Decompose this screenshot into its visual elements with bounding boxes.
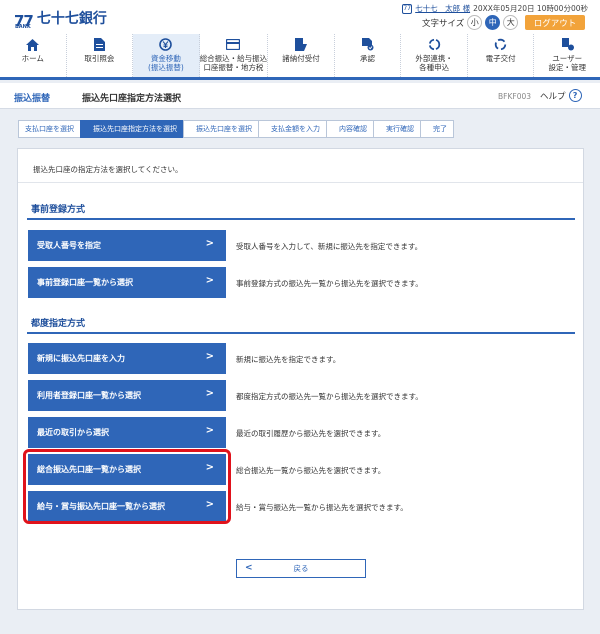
chevron-right-icon: > xyxy=(205,425,214,436)
button-label: 事前登録口座一覧から選択 xyxy=(37,278,133,287)
main-panel: 振込先口座の指定方法を選択してください。 事前登録方式 受取人番号を指定 > 受… xyxy=(17,148,584,610)
progress-steps: 支払口座を選択 振込先口座指定方法を選択 振込先口座を選択 支払金額を入力 内容… xyxy=(18,120,454,138)
nav-payment-label: 諸納付受付 xyxy=(282,54,320,63)
payment-icon xyxy=(294,38,308,51)
nav-transfer-label: 資金移動 (振込振替) xyxy=(147,54,184,72)
nav-home-label: ホーム xyxy=(21,54,44,63)
recipient-number-button[interactable]: 受取人番号を指定 > xyxy=(28,230,226,261)
section-title-per-time: 都度指定方式 xyxy=(31,319,86,329)
chevron-left-icon: < xyxy=(245,563,253,573)
nav-inquiry[interactable]: 取引照会 xyxy=(67,34,134,77)
nav-transfer[interactable]: 資金移動 (振込振替) xyxy=(133,34,200,77)
document-icon xyxy=(92,38,106,51)
page-title: 振込先口座指定方法選択 xyxy=(82,94,182,104)
breadcrumb[interactable]: 振込振替 xyxy=(14,91,50,104)
nav-approval[interactable]: 承認 xyxy=(335,34,402,77)
user-icon: 77 xyxy=(402,3,413,14)
font-size-large-button[interactable]: 大 xyxy=(503,15,519,30)
global-nav: ホーム 取引照会 資金移動 (振込振替) 総合振込・給与振込 口座振替・地方税 … xyxy=(0,34,600,80)
option-description: 新規に振込先を指定できます。 xyxy=(236,355,341,364)
back-button[interactable]: < 戻る xyxy=(236,559,366,578)
option-description: 受取人番号を入力して、新規に振込先を指定できます。 xyxy=(236,242,423,251)
nav-approval-label: 承認 xyxy=(360,54,376,63)
nav-external[interactable]: 外部連携・ 各種申込 xyxy=(401,34,468,77)
nav-user-settings-label: ユーザー 設定・管理 xyxy=(548,54,586,72)
chevron-right-icon: > xyxy=(205,388,214,399)
help-icon: ? xyxy=(568,89,582,102)
font-size-small-button[interactable]: 小 xyxy=(467,15,483,30)
help-label: ヘルプ xyxy=(540,91,566,102)
option-description: 給与・賞与振込先一覧から振込先を選択できます。 xyxy=(236,503,408,512)
section-divider xyxy=(27,218,575,220)
recent-transactions-button[interactable]: 最近の取引から選択 > xyxy=(28,417,226,448)
logout-button[interactable]: ログアウト xyxy=(525,15,585,30)
chevron-right-icon: > xyxy=(205,238,214,249)
nav-bulk-transfer[interactable]: 総合振込・給与振込 口座振替・地方税 xyxy=(200,34,269,77)
step-item: 支払口座を選択 xyxy=(18,120,81,138)
font-size-label: 文字サイズ xyxy=(422,18,465,29)
step-item: 完了 xyxy=(420,120,454,138)
font-size-medium-button[interactable]: 中 xyxy=(485,15,501,30)
option-description: 都度指定方式の振込先一覧から振込先を選択できます。 xyxy=(236,392,423,401)
highlight-box xyxy=(23,449,231,524)
user-registered-list-button[interactable]: 利用者登録口座一覧から選択 > xyxy=(28,380,226,411)
option-description: 最近の取引履歴から振込先を選択できます。 xyxy=(236,429,386,438)
option-description: 事前登録方式の振込先一覧から振込先を選択できます。 xyxy=(236,279,423,288)
chevron-right-icon: > xyxy=(205,351,214,362)
back-label: 戻る xyxy=(293,564,309,573)
step-item: 実行確認 xyxy=(373,120,421,138)
help-link[interactable]: ヘルプ ? xyxy=(540,89,582,102)
screen-id: BFKF003 xyxy=(498,92,532,101)
section-divider xyxy=(27,332,575,334)
nav-external-label: 外部連携・ 各種申込 xyxy=(415,54,453,72)
chevron-right-icon: > xyxy=(205,275,214,286)
button-label: 受取人番号を指定 xyxy=(37,241,101,250)
login-datetime: 20XX年05月20日 10時00分00秒 xyxy=(473,4,588,13)
home-icon xyxy=(26,38,40,51)
bank-name: 七十七銀行 xyxy=(36,11,107,27)
logo-sub: BANK xyxy=(15,24,31,30)
step-item-current: 振込先口座指定方法を選択 xyxy=(80,120,184,138)
nav-bulk-transfer-label: 総合振込・給与振込 口座振替・地方税 xyxy=(199,54,268,72)
header: 77 BANK 七十七銀行 77 七十七 太郎 様 20XX年05月20日 10… xyxy=(0,0,600,34)
step-item: 内容確認 xyxy=(326,120,374,138)
link-icon xyxy=(427,38,441,51)
new-account-button[interactable]: 新規に振込先口座を入力 > xyxy=(28,343,226,374)
nav-home[interactable]: ホーム xyxy=(0,34,67,77)
bank-logo[interactable]: 77 BANK 七十七銀行 xyxy=(14,8,107,30)
nav-inquiry-label: 取引照会 xyxy=(84,54,115,63)
section-title-pre-registered: 事前登録方式 xyxy=(31,205,86,215)
intro-text: 振込先口座の指定方法を選択してください。 xyxy=(33,165,183,174)
approval-icon xyxy=(361,38,375,51)
pre-registered-list-button[interactable]: 事前登録口座一覧から選択 > xyxy=(28,267,226,298)
button-label: 新規に振込先口座を入力 xyxy=(37,354,125,363)
nav-user-settings[interactable]: ユーザー 設定・管理 xyxy=(534,34,600,77)
nav-e-delivery[interactable]: 電子交付 xyxy=(468,34,535,77)
yen-transfer-icon xyxy=(159,38,173,51)
refresh-icon xyxy=(494,38,508,51)
card-icon xyxy=(226,38,241,51)
button-label: 利用者登録口座一覧から選択 xyxy=(37,391,141,400)
user-settings-icon xyxy=(560,38,574,51)
button-label: 最近の取引から選択 xyxy=(37,428,109,437)
nav-payment[interactable]: 諸納付受付 xyxy=(268,34,335,77)
step-item: 振込先口座を選択 xyxy=(183,120,259,138)
divider xyxy=(18,182,583,183)
step-item: 支払金額を入力 xyxy=(258,120,327,138)
user-name-link[interactable]: 七十七 太郎 様 xyxy=(415,3,470,14)
nav-e-delivery-label: 電子交付 xyxy=(485,54,516,63)
font-size-control: 文字サイズ 小 中 大 xyxy=(422,15,519,30)
option-description: 総合振込先一覧から振込先を選択できます。 xyxy=(236,466,386,475)
user-info: 77 七十七 太郎 様 20XX年05月20日 10時00分00秒 xyxy=(402,3,588,14)
page-title-bar: 振込振替 振込先口座指定方法選択 BFKF003 ヘルプ ? xyxy=(0,83,600,109)
